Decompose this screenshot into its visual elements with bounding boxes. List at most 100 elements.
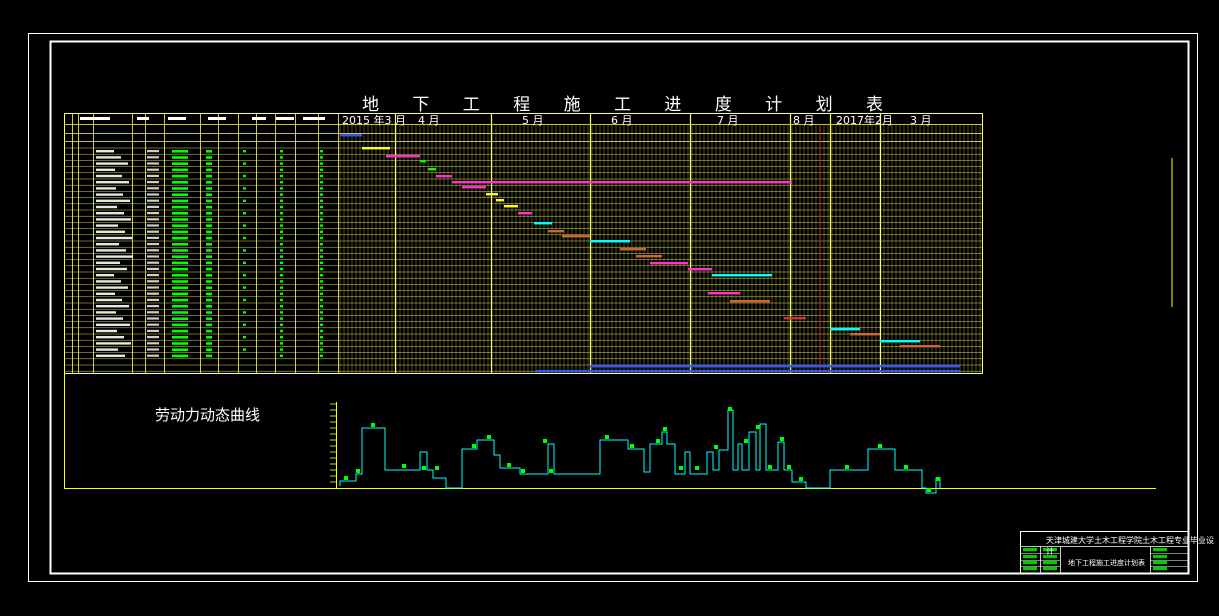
row-label-block [96,329,117,333]
month-header-2015-3: 2015 年3 月 [342,114,406,127]
row-days-block [206,205,212,209]
labor-marker [927,488,931,492]
row-mark-block [320,261,323,264]
row-label-block [96,243,119,246]
row-quantity-block [172,168,188,172]
labor-marker [787,465,791,469]
row-quantity-block [172,230,188,234]
row-unit-block [147,274,159,277]
gantt-bar [386,155,420,158]
labor-marker [549,469,553,473]
row-quantity-block [172,305,188,308]
row-quantity-block [172,174,188,178]
row-mark-block [320,243,323,246]
gantt-bar [535,370,961,373]
labor-marker [878,444,882,448]
row-mark-block [320,218,323,221]
row-days-block [206,342,212,345]
row-shift-block [280,348,283,351]
row-label-block [96,236,132,240]
row-label-block [96,305,129,308]
row-unit-block [147,168,159,171]
header-cell-fill [252,117,266,120]
row-days-block [206,305,212,308]
row-shift-block [280,298,283,302]
row-label-block [96,292,115,295]
row-shift-block [280,261,283,264]
row-mark-block [320,181,323,184]
row-workers-block [243,311,246,314]
row-mark-block [320,212,323,215]
gantt-bar [340,134,362,137]
row-label-block [96,162,128,165]
row-unit-block [147,205,159,208]
row-days-block [206,218,212,221]
row-days-block [206,317,212,320]
row-label-block [96,323,130,326]
title-block-cell-fill [1023,561,1037,565]
row-workers-block [243,249,246,252]
labor-marker [487,435,491,439]
row-quantity-block [172,224,188,227]
row-shift-block [280,174,283,178]
row-mark-block [320,292,323,295]
gantt-bar [636,255,662,258]
labor-marker [656,439,660,443]
row-mark-block [320,255,323,258]
gantt-bar [436,175,452,178]
row-mark-block [320,162,323,165]
labor-marker [521,469,525,473]
row-mark-block [320,305,323,308]
row-mark-block [320,224,323,227]
row-workers-block [243,212,246,215]
row-label-block [96,212,124,215]
row-quantity-block [172,354,188,358]
row-mark-block [320,205,323,209]
row-unit-block [147,224,159,227]
labor-marker [507,463,511,467]
row-workers-block [243,274,246,277]
month-header-2017-2: 2017年2月 [836,114,893,127]
row-quantity-block [172,255,188,258]
row-label-block [96,205,117,209]
labor-marker [728,407,732,411]
title-block-cell-fill [1043,567,1057,571]
row-workers-block [243,336,246,339]
row-unit-block [147,193,159,196]
row-mark-block [320,329,323,333]
labor-marker [744,439,748,443]
month-header-7: 7 月 [717,114,739,127]
row-days-block [206,261,212,265]
title-block-cell-fill [1023,567,1037,571]
row-unit-block [147,162,159,165]
row-unit-block [147,342,159,345]
row-label-block [96,150,114,153]
title-block-school: 天津城建大学土木工程学院土木工程专业毕业设计 [1046,536,1214,556]
gantt-bar [486,193,498,196]
labor-marker [472,444,476,448]
row-mark-block [320,236,323,240]
row-mark-block [320,156,323,159]
row-quantity-block [172,181,188,184]
row-mark-block [320,317,323,320]
gantt-bar [428,168,436,171]
row-workers-block [243,286,246,289]
row-unit-block [147,286,159,289]
gantt-bar [420,160,426,163]
row-shift-block [280,286,283,289]
title-block-cell-fill [1153,567,1167,571]
row-unit-block [147,230,159,233]
row-mark-block [320,249,323,252]
row-workers-block [243,236,246,240]
row-shift-block [280,274,283,277]
row-shift-block [280,224,283,227]
row-unit-block [147,311,159,314]
labor-marker [756,425,760,429]
row-unit-block [147,212,159,215]
row-workers-block [243,298,246,302]
row-label-block [96,193,123,196]
row-shift-block [280,305,283,308]
row-unit-block [147,336,159,339]
gantt-bar [880,340,920,343]
row-label-block [96,230,125,233]
